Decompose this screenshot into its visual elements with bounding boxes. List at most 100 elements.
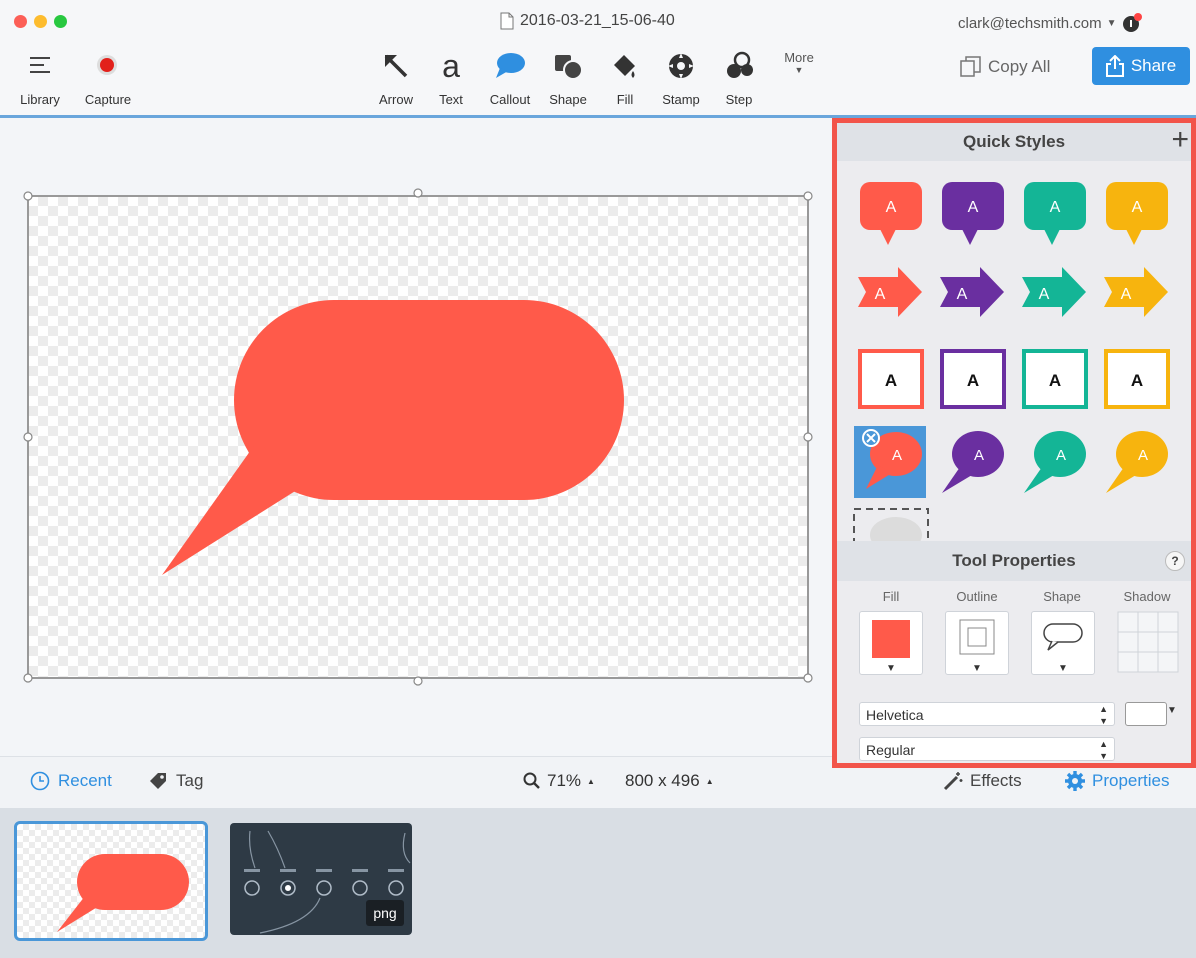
shape-picker[interactable]: ▼ [1031,611,1095,675]
chevron-down-icon: ▼ [1106,17,1117,29]
arrow-icon [384,54,408,78]
zoom-control[interactable]: 71% ▲ [523,771,595,791]
notification-icon[interactable] [1122,13,1142,33]
shape-icon [555,55,583,80]
shape-property-label: Shape [1043,589,1081,604]
record-icon [97,55,117,75]
quick-style-red-bubble-selected[interactable]: A [854,426,926,498]
quick-style-teal-arrow[interactable]: A [1022,267,1086,317]
quick-style-yellow-callout[interactable]: A [1106,182,1168,245]
style-letter: A [1131,371,1143,390]
callout-thumbnail-image [57,854,189,932]
library-button[interactable]: Library [14,50,66,112]
copy-all-label: Copy All [988,57,1051,76]
quick-style-purple-arrow[interactable]: A [940,267,1004,317]
shadow-grid-icon [1117,611,1179,673]
resize-handle [803,673,813,683]
tool-step-label: Step [725,92,753,107]
more-label: More [784,50,814,65]
step-icon [727,51,753,78]
style-letter: A [1121,286,1132,303]
capture-label: Capture [84,92,132,107]
resize-handle [23,432,33,442]
quick-style-red-arrow[interactable]: A [858,267,922,317]
quick-style-red-callout[interactable]: A [860,182,922,245]
library-tray: png [0,808,1196,958]
minimize-window-button[interactable] [34,15,47,28]
status-bar-right: Effects Properties [832,768,1196,808]
dimensions-control[interactable]: 800 x 496 ▲ [625,771,714,791]
tool-step[interactable]: Step [709,48,769,112]
style-letter: A [1039,286,1050,303]
quick-style-purple-box[interactable]: A [940,349,1006,409]
close-window-button[interactable] [14,15,27,28]
account-menu[interactable]: clark@techsmith.com ▼ [958,13,1142,33]
font-family-select[interactable]: Helvetica ▲ ▼ [859,702,1115,726]
style-letter: A [1049,371,1061,390]
capture-button[interactable]: Capture [78,50,138,112]
fill-color-picker[interactable]: ▼ [859,611,923,675]
quick-style-purple-callout[interactable]: A [942,182,1004,245]
selection-overlay [23,188,813,686]
copy-all-button[interactable]: Copy All [960,50,1070,84]
style-letter: A [875,286,886,303]
tag-button[interactable]: Tag [148,771,203,791]
search-icon [523,772,540,789]
status-bar: Recent Tag 71% ▲ 800 x 496 ▲ [0,756,832,809]
quick-style-teal-box[interactable]: A [1022,349,1088,409]
stepper-icon: ▲ ▼ [1099,704,1108,726]
text-color-picker[interactable]: ▼ [1125,702,1179,726]
tool-properties-header: Tool Properties ? [837,541,1191,581]
style-letter: A [886,199,897,216]
properties-label: Properties [1092,771,1170,790]
quick-styles-header: Quick Styles + [837,123,1191,161]
copy-icon [960,56,981,77]
speech-bubble-icon [1043,623,1083,651]
thumbnail-png[interactable]: png [230,823,412,935]
resize-handle [413,188,423,198]
text-icon: a [442,48,460,84]
callout-shape[interactable] [162,300,624,575]
callout-icon [496,53,525,78]
quick-styles-grid: A A A A A A A A A A A A A A A A [853,182,1170,543]
quick-style-yellow-box[interactable]: A [1104,349,1170,409]
quick-style-teal-callout[interactable]: A [1024,182,1086,245]
zoom-window-button[interactable] [54,15,67,28]
properties-panel: Quick Styles + A A A A A A A A A A A A A… [832,118,1196,768]
quick-style-yellow-bubble[interactable]: A [1106,431,1168,493]
add-quick-style-placeholder[interactable] [853,508,929,543]
quick-styles-title: Quick Styles [962,132,1066,151]
shadow-picker[interactable] [1117,611,1179,673]
outline-picker[interactable]: ▼ [945,611,1009,675]
tag-label: Tag [176,771,204,790]
file-type-badge: png [366,900,404,926]
quick-style-purple-bubble[interactable]: A [942,431,1004,493]
chevron-up-icon: ▲ [587,776,595,786]
recent-button[interactable]: Recent [30,771,112,791]
style-letter: A [892,447,902,464]
effects-button[interactable]: Effects [942,770,1022,792]
outline-icon [959,619,995,655]
style-letter: A [967,371,979,390]
chevron-up-icon: ▲ [705,776,714,786]
help-button[interactable]: ? [1165,551,1185,571]
more-tools-button[interactable]: More ▼ [774,50,824,90]
caret-down-icon: ▼ [972,663,982,674]
quick-style-yellow-arrow[interactable]: A [1104,267,1168,317]
resize-handle [23,191,33,201]
resize-handle [413,676,423,686]
properties-button[interactable]: Properties [1064,770,1169,792]
style-letter: A [1056,447,1066,464]
share-button[interactable]: Share [1092,47,1190,85]
share-icon [1105,55,1124,77]
thumbnail-current[interactable] [14,821,208,941]
fill-icon [614,55,635,78]
tag-icon [150,773,166,789]
resize-handle [23,673,33,683]
font-style-select[interactable]: Regular ▲ ▼ [859,737,1115,761]
text-color-swatch [1125,702,1167,726]
quick-style-teal-bubble[interactable]: A [1024,431,1086,493]
quick-style-red-box[interactable]: A [858,349,924,409]
clock-icon [30,771,50,791]
add-style-button[interactable]: + [1171,121,1189,159]
